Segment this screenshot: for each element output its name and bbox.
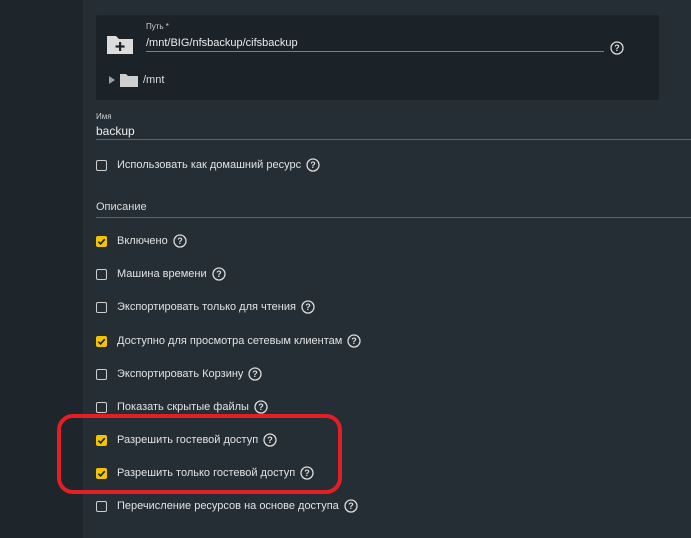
path-help-icon[interactable]: ? <box>610 41 624 60</box>
help-icon[interactable]: ? <box>301 300 315 314</box>
svg-text:?: ? <box>216 269 222 279</box>
tree-node-label: /mnt <box>143 74 165 86</box>
option-row[interactable]: Экспортировать Корзину? <box>96 366 263 382</box>
path-input[interactable] <box>146 34 604 52</box>
help-icon[interactable]: ? <box>248 367 263 381</box>
option-row[interactable]: Машина времени? <box>96 266 226 282</box>
option-row[interactable]: Доступно для просмотра сетевым клиентам? <box>96 333 361 349</box>
option-label: Экспортировать только для чтения <box>117 301 296 313</box>
help-icon[interactable]: ? <box>173 234 187 248</box>
option-row[interactable]: Показать скрытые файлы? <box>96 399 268 415</box>
description-label: Описание <box>96 201 147 213</box>
option-row[interactable]: Включено? <box>96 233 187 249</box>
annotation-highlight-box <box>57 414 342 494</box>
svg-text:?: ? <box>253 369 259 379</box>
path-label: Путь * <box>146 22 169 31</box>
svg-text:?: ? <box>305 302 311 312</box>
option-label: Показать скрытые файлы <box>117 401 249 413</box>
help-icon[interactable]: ? <box>344 499 358 513</box>
option-checkbox[interactable] <box>96 500 107 512</box>
option-row[interactable]: Перечисление ресурсов на основе доступа? <box>96 498 358 514</box>
folder-icon <box>120 74 138 87</box>
home-share-checkbox-row[interactable]: Использовать как домашний ресурс ? <box>96 157 320 173</box>
help-icon[interactable]: ? <box>254 400 268 414</box>
svg-text:?: ? <box>258 402 264 412</box>
option-label: Доступно для просмотра сетевым клиентам <box>117 335 343 347</box>
name-input[interactable] <box>96 122 691 140</box>
description-input-underline[interactable] <box>96 217 691 218</box>
option-row[interactable]: Экспортировать только для чтения? <box>96 299 315 315</box>
home-share-label: Использовать как домашний ресурс <box>117 159 302 171</box>
option-label: Машина времени <box>117 268 207 280</box>
help-icon[interactable]: ? <box>306 158 320 172</box>
svg-text:?: ? <box>352 336 358 346</box>
option-label: Перечисление ресурсов на основе доступа <box>117 500 339 512</box>
name-label: Имя <box>96 112 112 121</box>
help-icon[interactable]: ? <box>347 334 361 348</box>
option-checkbox[interactable] <box>96 401 107 413</box>
checkmark-icon <box>97 338 106 345</box>
help-icon[interactable]: ? <box>211 267 226 281</box>
option-label: Включено <box>117 235 168 247</box>
svg-text:?: ? <box>614 43 620 53</box>
path-explorer: Путь * ? /mnt <box>96 15 659 100</box>
svg-text:?: ? <box>310 160 316 170</box>
create-folder-icon[interactable] <box>106 33 134 55</box>
home-share-checkbox[interactable] <box>96 159 107 171</box>
option-label: Экспортировать Корзину <box>117 368 244 380</box>
svg-text:?: ? <box>177 236 183 246</box>
option-checkbox[interactable] <box>96 335 107 347</box>
checkmark-icon <box>97 238 106 245</box>
option-checkbox[interactable] <box>96 301 107 313</box>
svg-text:?: ? <box>348 501 354 511</box>
option-checkbox[interactable] <box>96 368 107 380</box>
tree-node-mnt[interactable]: /mnt <box>108 73 164 87</box>
option-checkbox[interactable] <box>96 235 107 247</box>
option-checkbox[interactable] <box>96 268 107 280</box>
expand-caret-icon[interactable] <box>108 75 116 85</box>
